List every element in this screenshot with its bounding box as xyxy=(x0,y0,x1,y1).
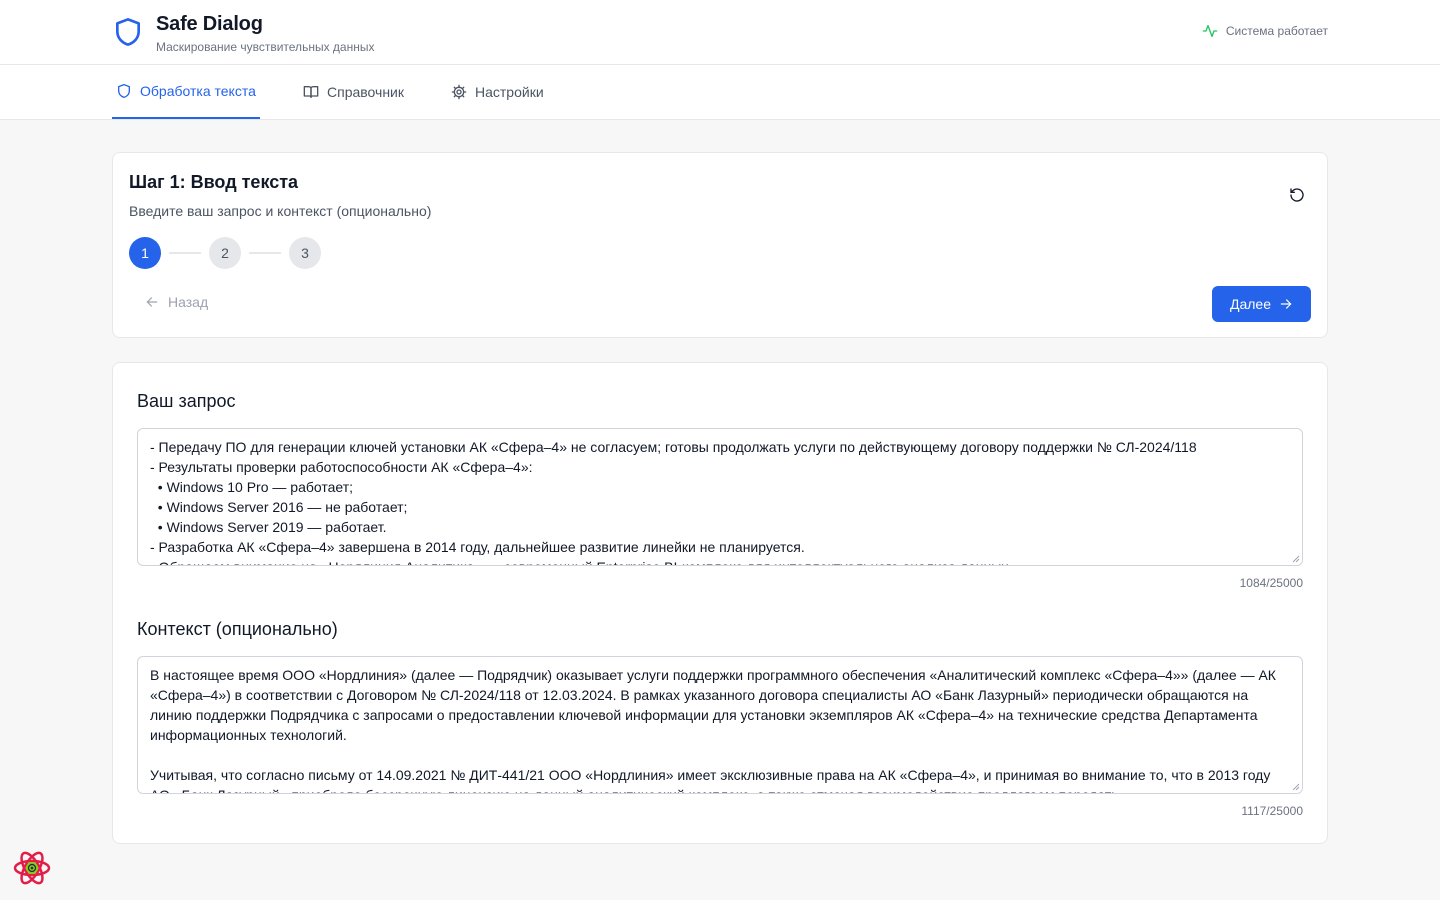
context-textarea[interactable]: В настоящее время ООО «Нордлиния» (далее… xyxy=(137,656,1303,794)
next-button-label: Далее xyxy=(1229,296,1271,312)
back-button[interactable]: Назад xyxy=(145,294,208,310)
brand: Safe Dialog Маскирование чувствительных … xyxy=(112,12,374,55)
app-title: Safe Dialog xyxy=(156,13,263,35)
arrow-left-icon xyxy=(146,297,158,307)
step-title: Шаг 1: Ввод текста xyxy=(129,172,299,192)
system-status-text: Система работает xyxy=(1225,24,1328,38)
context-paragraph: В настоящее время ООО «Нордлиния» (далее… xyxy=(150,667,1276,743)
request-label: Ваш запрос xyxy=(137,391,236,411)
step-indicator-1: 1 xyxy=(129,237,161,269)
request-line: • Windows Server 2019 — работает. xyxy=(150,519,387,535)
app-header: Safe Dialog Маскирование чувствительных … xyxy=(0,0,1440,65)
context-paragraph: Учитывая, что согласно письму от 14.09.2… xyxy=(150,767,1271,793)
request-line: - Обращаем внимание на «Нордлиния Аналит… xyxy=(150,557,1290,565)
app-subtitle: Маскирование чувствительных данных xyxy=(156,40,375,54)
step-connector xyxy=(169,252,201,254)
request-char-counter: 1084/25000 xyxy=(1239,576,1303,590)
step-connector xyxy=(249,252,281,254)
tab-label: Справочник xyxy=(327,84,404,100)
gear-icon xyxy=(451,84,467,100)
request-line: • Windows Server 2016 — не работает; xyxy=(150,499,408,515)
context-char-counter: 1117/25000 xyxy=(1241,804,1303,818)
arrow-right-icon xyxy=(1280,299,1292,309)
input-card: Ваш запрос - Передачу ПО для генерации к… xyxy=(112,362,1328,844)
step-indicator-3: 3 xyxy=(289,237,321,269)
system-status: Система работает xyxy=(1202,23,1328,39)
tab-bar: Обработка текста Справочник Настройки xyxy=(0,65,1440,120)
step-card: Шаг 1: Ввод текста Введите ваш запрос и … xyxy=(112,152,1328,338)
reset-button[interactable] xyxy=(1285,183,1309,207)
stepper: 1 2 3 xyxy=(129,237,321,269)
book-icon xyxy=(303,86,319,98)
step-subtitle: Введите ваш запрос и контекст (опциональ… xyxy=(129,203,432,219)
resize-grip-icon[interactable] xyxy=(1292,555,1300,563)
request-line: • Windows 10 Pro — работает; xyxy=(150,479,354,495)
react-devtools-icon[interactable] xyxy=(12,848,52,888)
shield-logo-icon xyxy=(116,18,140,46)
rotate-ccw-icon xyxy=(1290,188,1304,202)
next-button[interactable]: Далее xyxy=(1212,286,1311,322)
tab-text-processing[interactable]: Обработка текста xyxy=(112,65,260,119)
resize-grip-icon[interactable] xyxy=(1292,783,1300,791)
tab-label: Обработка текста xyxy=(140,83,256,99)
tab-reference[interactable]: Справочник xyxy=(303,65,404,119)
step-indicator-2: 2 xyxy=(209,237,241,269)
activity-icon xyxy=(1202,25,1218,37)
context-label: Контекст (опционально) xyxy=(137,619,338,639)
tab-label: Настройки xyxy=(475,84,544,100)
tab-settings[interactable]: Настройки xyxy=(451,65,544,119)
request-line: - Передачу ПО для генерации ключей устан… xyxy=(150,439,1197,455)
request-line: - Результаты проверки работоспособности … xyxy=(150,459,533,475)
request-textarea[interactable]: - Передачу ПО для генерации ключей устан… xyxy=(137,428,1303,566)
request-line: - Разработка АК «Сфера–4» завершена в 20… xyxy=(150,539,805,555)
back-button-label: Назад xyxy=(168,294,209,310)
shield-icon xyxy=(118,84,130,98)
